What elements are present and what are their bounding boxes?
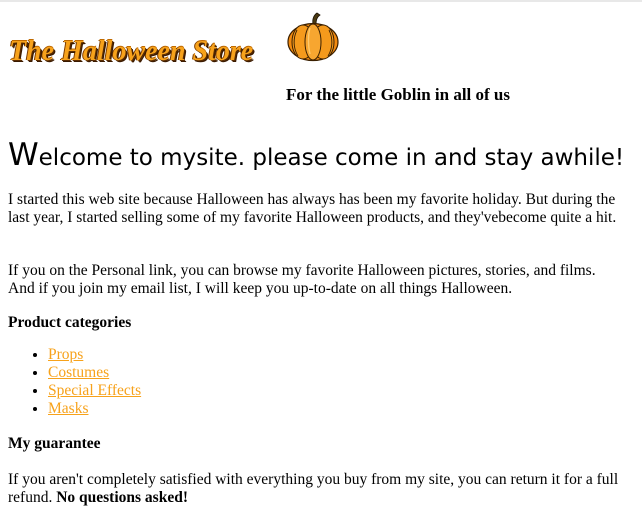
list-item: Costumes [48, 364, 141, 382]
category-link-special-effects[interactable]: Special Effects [48, 382, 141, 399]
intro-paragraph-1: I started this web site because Hallowee… [8, 191, 617, 226]
site-header: The Halloween Store For the little Gobli… [8, 12, 636, 112]
category-link-costumes[interactable]: Costumes [48, 364, 109, 381]
list-item: Props [48, 346, 141, 364]
category-link-props[interactable]: Props [48, 346, 83, 363]
welcome-first-letter: W [8, 137, 39, 173]
intro-paragraph-2: If you on the Personal link, you can bro… [8, 262, 596, 297]
guarantee-heading: My guarantee [8, 435, 101, 452]
welcome-rest: elcome to mysite. please come in and sta… [38, 145, 625, 171]
site-logo[interactable]: The Halloween Store [8, 12, 348, 72]
product-categories-heading: Product categories [8, 314, 132, 331]
logo-text: The Halloween Store [9, 36, 254, 67]
list-item: Masks [48, 400, 141, 418]
window-top-border [0, 0, 642, 2]
site-tagline: For the little Goblin in all of us [286, 85, 511, 104]
pumpkin-icon [287, 12, 339, 62]
guarantee-emphasis: No questions asked! [56, 489, 188, 506]
category-link-masks[interactable]: Masks [48, 400, 88, 417]
welcome-heading: Welcome to mysite. please come in and st… [8, 137, 624, 173]
list-item: Special Effects [48, 382, 141, 400]
product-categories-list: Props Costumes Special Effects Masks [8, 346, 141, 418]
guarantee-paragraph: If you aren't completely satisfied with … [8, 471, 640, 507]
